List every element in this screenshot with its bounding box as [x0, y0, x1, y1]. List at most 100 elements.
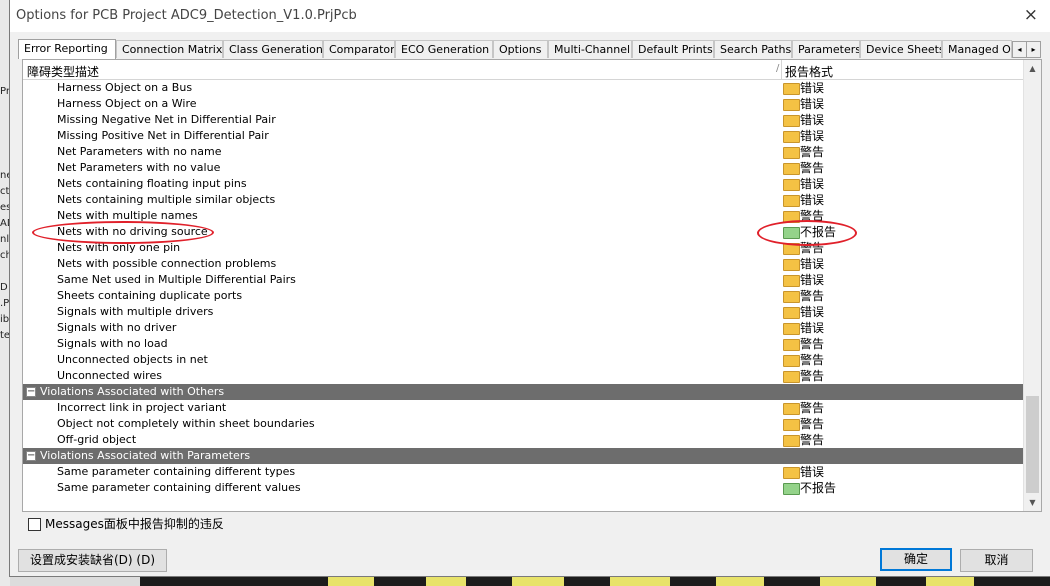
report-folder-icon: [783, 259, 800, 271]
report-level-dropdown[interactable]: 警告: [800, 416, 824, 432]
violation-row[interactable]: Missing Positive Net in Differential Pai…: [23, 128, 1023, 144]
report-level-dropdown[interactable]: 不报告: [800, 224, 836, 240]
violation-row[interactable]: Nets containing multiple similar objects…: [23, 192, 1023, 208]
report-level-dropdown[interactable]: 错误: [800, 320, 824, 336]
checkbox-label: Messages面板中报告抑制的违反: [45, 517, 224, 531]
violation-row[interactable]: Net Parameters with no name 警告: [23, 144, 1023, 160]
close-icon[interactable]: ×: [1024, 5, 1038, 25]
report-level-dropdown[interactable]: 错误: [800, 464, 824, 480]
tab-comparator[interactable]: Comparator: [323, 40, 395, 58]
report-level-dropdown[interactable]: 错误: [800, 256, 824, 272]
tab-device-sheets[interactable]: Device Sheets: [860, 40, 942, 58]
report-folder-icon: [783, 371, 800, 383]
report-suppressed-checkbox[interactable]: Messages面板中报告抑制的违反: [28, 516, 224, 534]
violation-row[interactable]: Missing Negative Net in Differential Pai…: [23, 112, 1023, 128]
group-header-row[interactable]: − Violations Associated with Others: [23, 384, 1023, 400]
report-folder-icon: [783, 195, 800, 207]
violation-label: Same parameter containing different type…: [57, 465, 296, 478]
violation-row[interactable]: Unconnected wires 警告: [23, 368, 1023, 384]
report-level-dropdown[interactable]: 错误: [800, 96, 824, 112]
violation-row[interactable]: Same parameter containing different valu…: [23, 480, 1023, 496]
violation-row[interactable]: Object not completely within sheet bound…: [23, 416, 1023, 432]
report-level-dropdown[interactable]: 错误: [800, 80, 824, 96]
violation-row[interactable]: Nets with only one pin 警告: [23, 240, 1023, 256]
report-folder-icon: [783, 355, 800, 367]
report-level-dropdown[interactable]: 错误: [800, 128, 824, 144]
violation-label: Nets with multiple names: [57, 209, 198, 222]
group-header-row[interactable]: − Violations Associated with Parameters: [23, 448, 1023, 464]
strip-text: Pr: [0, 86, 10, 97]
report-level-dropdown[interactable]: 警告: [800, 352, 824, 368]
sort-icon: /: [776, 63, 780, 74]
tab-parameters[interactable]: Parameters: [792, 40, 860, 58]
report-level-dropdown[interactable]: 警告: [800, 144, 824, 160]
violation-label: Missing Positive Net in Differential Pai…: [57, 129, 269, 142]
report-folder-icon: [783, 163, 800, 175]
collapse-toggle-icon[interactable]: −: [26, 387, 36, 397]
violation-row[interactable]: Signals with no driver 错误: [23, 320, 1023, 336]
violation-row[interactable]: Harness Object on a Wire 错误: [23, 96, 1023, 112]
scroll-up-icon[interactable]: ▲: [1024, 60, 1041, 77]
report-level-dropdown[interactable]: 错误: [800, 192, 824, 208]
report-folder-icon: [783, 467, 800, 479]
violation-row[interactable]: Signals with multiple drivers 错误: [23, 304, 1023, 320]
violation-row[interactable]: Nets with no driving source 不报告: [23, 224, 1023, 240]
violation-row[interactable]: Signals with no load 警告: [23, 336, 1023, 352]
report-level-dropdown[interactable]: 错误: [800, 112, 824, 128]
collapse-toggle-icon[interactable]: −: [26, 451, 36, 461]
report-level-dropdown[interactable]: 警告: [800, 208, 824, 224]
report-level-dropdown[interactable]: 错误: [800, 272, 824, 288]
column-divider[interactable]: [781, 60, 782, 79]
violation-row[interactable]: Unconnected objects in net 警告: [23, 352, 1023, 368]
violations-list[interactable]: 障碍类型描述 / 报告格式 Harness Object on a Bus 错误 H…: [23, 60, 1023, 511]
report-level-dropdown[interactable]: 错误: [800, 304, 824, 320]
ok-button[interactable]: 确定: [880, 548, 952, 571]
tab-scroll-left-icon[interactable]: ◂: [1012, 41, 1027, 58]
report-level-dropdown[interactable]: 警告: [800, 240, 824, 256]
report-level-dropdown[interactable]: 警告: [800, 288, 824, 304]
scroll-down-icon[interactable]: ▼: [1024, 494, 1041, 511]
tab-search-paths[interactable]: Search Paths: [714, 40, 792, 58]
report-level-dropdown[interactable]: 错误: [800, 176, 824, 192]
report-level-dropdown[interactable]: 警告: [800, 400, 824, 416]
tab-scroll-right-icon[interactable]: ▸: [1026, 41, 1041, 58]
violation-row[interactable]: Off-grid object 警告: [23, 432, 1023, 448]
no-report-folder-icon: [783, 227, 800, 239]
report-folder-icon: [783, 99, 800, 111]
tab-error-reporting[interactable]: Error Reporting: [18, 39, 116, 59]
vertical-scrollbar[interactable]: ▲ ▼: [1023, 60, 1041, 511]
violation-row[interactable]: Nets with multiple names 警告: [23, 208, 1023, 224]
violation-label: Object not completely within sheet bound…: [57, 417, 315, 430]
column-header-report-mode[interactable]: 报告格式: [785, 63, 833, 80]
violation-row[interactable]: Same Net used in Multiple Differential P…: [23, 272, 1023, 288]
tab-eco-generation[interactable]: ECO Generation: [395, 40, 493, 58]
violation-row[interactable]: Net Parameters with no value 警告: [23, 160, 1023, 176]
report-level-dropdown[interactable]: 警告: [800, 160, 824, 176]
tab-multi-channel[interactable]: Multi-Channel: [548, 40, 632, 58]
report-level-dropdown[interactable]: 警告: [800, 432, 824, 448]
violation-row[interactable]: Nets containing floating input pins 错误: [23, 176, 1023, 192]
strip-text: ne: [0, 170, 10, 181]
report-folder-icon: [783, 323, 800, 335]
report-level-dropdown[interactable]: 警告: [800, 368, 824, 384]
violation-row[interactable]: Harness Object on a Bus 错误: [23, 80, 1023, 96]
tab-default-prints[interactable]: Default Prints: [632, 40, 714, 58]
cancel-button[interactable]: 取消: [960, 549, 1033, 572]
checkbox-box[interactable]: [28, 518, 41, 531]
violation-label: Sheets containing duplicate ports: [57, 289, 243, 302]
violation-row[interactable]: Sheets containing duplicate ports 警告: [23, 288, 1023, 304]
violation-row[interactable]: Same parameter containing different type…: [23, 464, 1023, 480]
violation-row[interactable]: Nets with possible connection problems 错误: [23, 256, 1023, 272]
column-header-description[interactable]: 障碍类型描述: [27, 63, 99, 80]
tab-class-generation[interactable]: Class Generation: [223, 40, 323, 58]
report-level-dropdown[interactable]: 警告: [800, 336, 824, 352]
tab-managed-outputs[interactable]: Managed O: [942, 40, 1012, 58]
report-level-dropdown[interactable]: 不报告: [800, 480, 836, 496]
strip-text: ch: [0, 250, 10, 261]
tab-connection-matrix[interactable]: Connection Matrix: [116, 40, 223, 58]
violation-label: Net Parameters with no value: [57, 161, 221, 174]
violation-row[interactable]: Incorrect link in project variant 警告: [23, 400, 1023, 416]
set-defaults-button[interactable]: 设置成安装缺省(D) (D): [18, 549, 167, 572]
scroll-thumb[interactable]: [1026, 396, 1039, 493]
tab-options[interactable]: Options: [493, 40, 548, 58]
